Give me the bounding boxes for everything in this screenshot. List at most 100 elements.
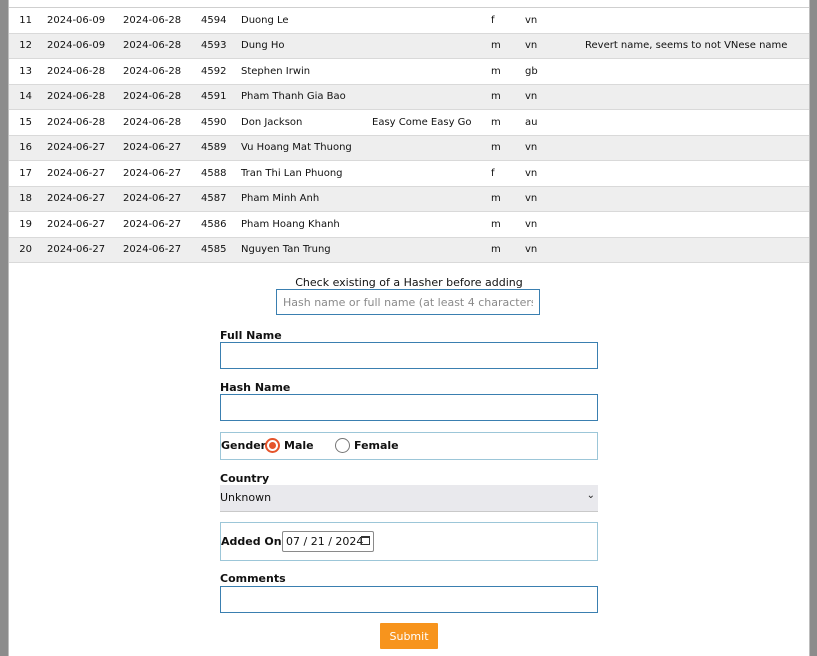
cell-gender: f: [491, 160, 525, 187]
cell-full-name: Pham Hoang Khanh: [241, 211, 372, 238]
cell-full-name: Vu Hoang Mat Thuong: [241, 135, 372, 161]
table-row: 14 2024-06-28 2024-06-28 4591 Pham Thanh Gia…: [9, 84, 809, 110]
cell-id: 4594: [201, 7, 241, 34]
table-row: 17 2024-06-27 2024-06-27 4588 Tran Thi Lan P…: [9, 160, 809, 187]
check-hasher-input[interactable]: [276, 289, 540, 315]
cell-updated: 2024-06-28: [123, 84, 201, 110]
cell-updated: 2024-06-28: [123, 109, 201, 136]
cell-full-name: Duong Le: [241, 7, 372, 34]
cell-note: Revert name, seems to not VNese name: [585, 33, 809, 59]
cell-note: [585, 186, 809, 212]
row-number: 17: [19, 167, 32, 179]
cell-no: 15: [9, 109, 47, 136]
country-label: Country: [220, 472, 270, 485]
comments-label: Comments: [220, 572, 286, 585]
hashers-table: 11 2024-06-09 2024-06-28 4594 Duong Le f vn 12 2…: [9, 7, 809, 263]
comments-field[interactable]: [220, 586, 598, 613]
row-number: 15: [19, 116, 32, 128]
gender-fieldset: Gender Male Female: [220, 432, 598, 460]
cell-gender: m: [491, 135, 525, 161]
cell-note: [585, 58, 809, 85]
table-row: 18 2024-06-27 2024-06-27 4587 Pham Minh Anh m…: [9, 186, 809, 212]
cell-full-name: Pham Thanh Gia Bao: [241, 84, 372, 110]
cell-note: [585, 7, 809, 34]
cell-gender: m: [491, 211, 525, 238]
cell-hash-name: [372, 33, 491, 59]
cell-country: vn: [525, 237, 585, 263]
cell-gender: m: [491, 186, 525, 212]
row-number: 11: [19, 14, 32, 26]
gender-male-radio[interactable]: [265, 438, 280, 453]
table-row: 20 2024-06-27 2024-06-27 4585 Nguyen Tan Tru…: [9, 237, 809, 263]
hash-name-field[interactable]: [220, 394, 598, 421]
cell-id: 4585: [201, 237, 241, 263]
country-select[interactable]: Unknown ⌄: [220, 485, 598, 512]
cell-gender: m: [491, 33, 525, 59]
table-row: 16 2024-06-27 2024-06-27 4589 Vu Hoang Mat T…: [9, 135, 809, 161]
chevron-down-icon: ⌄: [586, 490, 595, 501]
cell-added: 2024-06-09: [47, 7, 123, 34]
cell-country: gb: [525, 58, 585, 85]
full-name-field[interactable]: [220, 342, 598, 369]
gender-female-label[interactable]: Female: [354, 439, 399, 452]
cell-no: 18: [9, 186, 47, 212]
cell-updated: 2024-06-28: [123, 7, 201, 34]
cell-no: 16: [9, 135, 47, 161]
row-number: 20: [19, 244, 32, 256]
row-number: 14: [19, 91, 32, 103]
cell-no: 19: [9, 211, 47, 238]
cell-note: [585, 135, 809, 161]
cell-hash-name: [372, 186, 491, 212]
cell-note: [585, 211, 809, 238]
row-number: 13: [19, 65, 32, 77]
cell-no: 13: [9, 58, 47, 85]
cell-country: vn: [525, 33, 585, 59]
cell-country: vn: [525, 84, 585, 110]
cell-id: 4587: [201, 186, 241, 212]
cell-added: 2024-06-09: [47, 33, 123, 59]
added-on-date-input[interactable]: 07 / 21 / 2024: [282, 531, 374, 552]
cell-gender: f: [491, 7, 525, 34]
cell-updated: 2024-06-27: [123, 135, 201, 161]
cell-gender: m: [491, 58, 525, 85]
cell-updated: 2024-06-27: [123, 211, 201, 238]
cell-country: au: [525, 109, 585, 136]
cell-note: [585, 237, 809, 263]
hash-name-label: Hash Name: [220, 381, 291, 394]
cell-gender: m: [491, 84, 525, 110]
calendar-icon[interactable]: [361, 536, 370, 545]
submit-button[interactable]: Submit: [380, 623, 438, 649]
cell-hash-name: [372, 7, 491, 34]
table-row: 13 2024-06-28 2024-06-28 4592 Stephen Irwin m…: [9, 58, 809, 85]
cell-updated: 2024-06-27: [123, 160, 201, 187]
check-hasher-label: Check existing of a Hasher before adding: [295, 276, 523, 289]
cell-hash-name: [372, 237, 491, 263]
row-number: 19: [19, 218, 32, 230]
cell-gender: m: [491, 237, 525, 263]
cell-hash-name: [372, 160, 491, 187]
cell-added: 2024-06-27: [47, 160, 123, 187]
cell-added: 2024-06-28: [47, 84, 123, 110]
cell-full-name: Dung Ho: [241, 33, 372, 59]
country-selected-value: Unknown: [220, 491, 272, 504]
gender-male-label[interactable]: Male: [284, 439, 314, 452]
cell-no: 11: [9, 7, 47, 34]
cell-gender: m: [491, 109, 525, 136]
cell-id: 4586: [201, 211, 241, 238]
cell-full-name: Pham Minh Anh: [241, 186, 372, 212]
cell-id: 4593: [201, 33, 241, 59]
cell-id: 4590: [201, 109, 241, 136]
cell-full-name: Nguyen Tan Trung: [241, 237, 372, 263]
table-row: 12 2024-06-09 2024-06-28 4593 Dung Ho m vn Reve…: [9, 33, 809, 59]
added-on-date-value: 07 / 21 / 2024: [286, 535, 364, 548]
cell-added: 2024-06-27: [47, 186, 123, 212]
cell-id: 4589: [201, 135, 241, 161]
cell-hash-name: [372, 58, 491, 85]
table-row: 15 2024-06-28 2024-06-28 4590 Don Jackson Eas…: [9, 109, 809, 136]
cell-id: 4591: [201, 84, 241, 110]
gender-female-radio[interactable]: [335, 438, 350, 453]
cell-full-name: Stephen Irwin: [241, 58, 372, 85]
cell-no: 17: [9, 160, 47, 187]
cell-country: vn: [525, 186, 585, 212]
cell-full-name: Don Jackson: [241, 109, 372, 136]
